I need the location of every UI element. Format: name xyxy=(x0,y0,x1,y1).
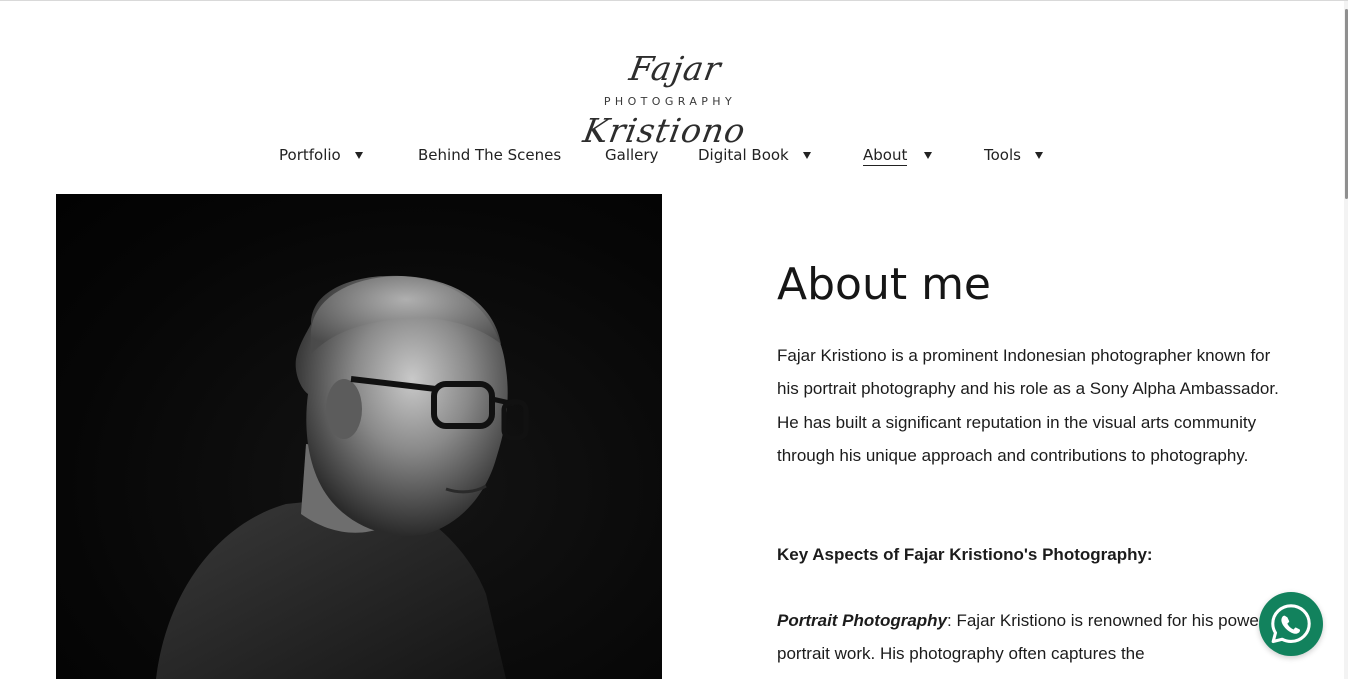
nav-item-portfolio[interactable]: Portfolio xyxy=(279,143,363,167)
top-border xyxy=(0,0,1348,1)
nav-label: Gallery xyxy=(605,146,659,164)
nav-item-gallery[interactable]: Gallery xyxy=(605,143,658,167)
scrollbar-track[interactable] xyxy=(1344,1,1348,679)
about-intro: Fajar Kristiono is a prominent Indonesia… xyxy=(777,346,1279,465)
whatsapp-icon xyxy=(1271,604,1311,644)
chevron-down-icon xyxy=(354,151,363,159)
nav-label: Behind The Scenes xyxy=(418,146,562,164)
aspect-portrait-title: Portrait Photography xyxy=(777,611,948,630)
whatsapp-button[interactable] xyxy=(1259,592,1323,656)
portrait-photo xyxy=(56,194,662,679)
nav-item-digital-book[interactable]: Digital Book xyxy=(698,143,811,167)
main-nav: Portfolio Behind The Scenes Gallery Digi… xyxy=(0,143,1348,167)
nav-item-behind-the-scenes[interactable]: Behind The Scenes xyxy=(418,143,561,167)
page-title: About me xyxy=(777,259,992,310)
nav-label: About xyxy=(863,145,908,166)
chevron-down-icon xyxy=(924,151,933,159)
nav-label: Portfolio xyxy=(279,146,341,164)
portrait-illustration xyxy=(156,275,529,679)
about-section: About me Fajar Kristiono is a prominent … xyxy=(777,258,1287,663)
key-aspects-heading: Key Aspects of Fajar Kristiono's Photogr… xyxy=(777,545,1153,564)
chevron-down-icon xyxy=(1034,151,1043,159)
brand-logo[interactable]: Fajar Kristiono PHOTOGRAPHY xyxy=(564,38,776,150)
logo-subtitle: PHOTOGRAPHY xyxy=(603,95,737,108)
chevron-down-icon xyxy=(802,151,811,159)
aspect-portrait-paragraph: Portrait Photography: Fajar Kristiono is… xyxy=(777,604,1287,671)
nav-item-tools[interactable]: Tools xyxy=(984,143,1043,167)
nav-item-about[interactable]: About xyxy=(863,143,933,167)
nav-label: Digital Book xyxy=(698,146,789,164)
nav-label: Tools xyxy=(984,146,1021,164)
